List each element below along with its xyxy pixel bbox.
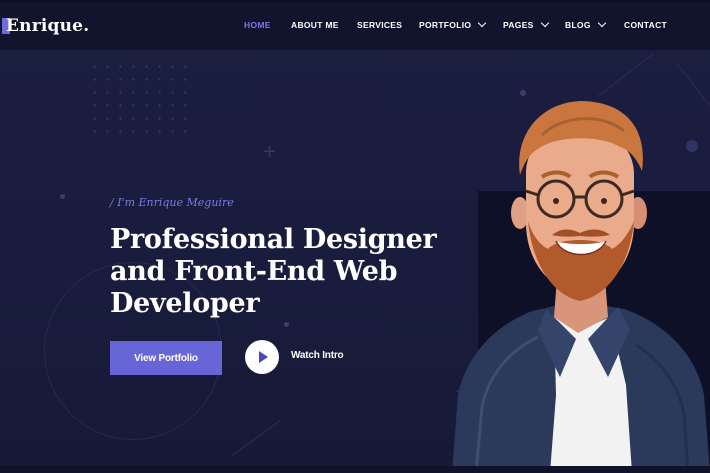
view-portfolio-button[interactable]: View Portfolio [110,341,222,375]
nav-label: SERVICES [357,20,403,30]
play-icon [259,351,268,363]
chevron-down-icon [478,18,487,28]
hero-headline: Professional Designer and Front-End Web … [110,224,440,320]
logo-text: Enrique. [6,16,90,36]
nav-item-contact[interactable]: CONTACT [624,20,667,30]
chevron-down-icon [540,18,549,28]
dot-decoration [60,194,65,199]
portrait-image [452,101,710,473]
logo[interactable]: Enrique. [2,15,89,37]
nav-label: HOME [244,20,271,30]
nav-item-blog[interactable]: BLOG [565,18,607,30]
nav-label: PAGES [503,20,534,30]
nav-label: ABOUT ME [291,20,339,30]
nav-item-home[interactable]: HOME [244,20,271,30]
play-button[interactable] [245,340,279,374]
headline-line: and Front-End Web [110,256,398,287]
nav-label: BLOG [565,20,591,30]
nav-label: CONTACT [624,20,668,30]
headline-line: Professional Designer [110,224,437,255]
hero-kicker: / I'm Enrique Meguire [110,196,234,209]
plus-decoration: + [262,141,278,162]
site-header: Enrique. HOME ABOUT ME SERVICES PORTFOLI… [0,0,710,50]
bottom-strip [0,466,710,473]
nav-item-about-me[interactable]: ABOUT ME [291,20,339,30]
dot-decoration [284,322,289,327]
nav-item-services[interactable]: SERVICES [357,20,402,30]
hero-page: + + Enrique. HOME ABOUT ME SERVICES PORT… [0,0,710,473]
dot-grid-decoration [88,60,188,135]
watch-intro-link[interactable]: Watch Intro [291,350,344,361]
headline-line: Developer [110,288,260,319]
line-decoration [597,53,654,97]
chevron-down-icon [597,18,607,28]
nav-label: PORTFOLIO [419,20,472,30]
nav-item-portfolio[interactable]: PORTFOLIO [419,18,487,30]
nav-item-pages[interactable]: PAGES [503,18,549,30]
line-decoration [231,419,281,456]
